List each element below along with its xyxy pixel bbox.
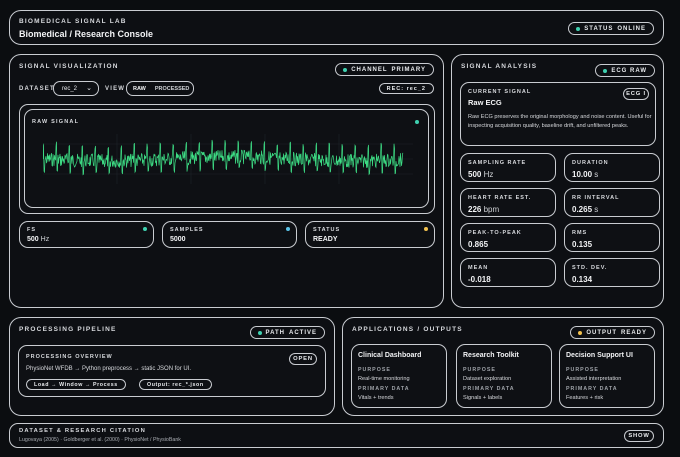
- header-panel: Biomedical Signal Lab Biomedical / Resea…: [9, 10, 664, 45]
- samples-card: Samples 5000: [162, 221, 297, 248]
- raw-signal-chart: Raw Signal: [24, 109, 429, 208]
- output-dot-icon: [578, 330, 583, 335]
- status-dot-icon: [576, 26, 581, 31]
- metric-card: Mean -0.018: [460, 258, 556, 287]
- pipeline-steps-chip: Load → Window → Process: [26, 379, 126, 390]
- current-signal-description: Raw ECG preserves the original morpholog…: [468, 114, 652, 129]
- ecg-dot-icon: [603, 68, 608, 73]
- metric-value: 0.865: [468, 240, 489, 249]
- path-badge: Path Active: [249, 326, 325, 339]
- metric-label: Std. Dev.: [572, 265, 608, 271]
- ecg-raw-badge: ECG Raw: [595, 64, 655, 77]
- citation-title: Dataset & Research Citation: [19, 428, 146, 434]
- ecg-lead-button[interactable]: ECG I: [623, 88, 649, 100]
- path-dot-icon: [257, 330, 262, 335]
- metric-card: Std. Dev. 0.134: [564, 258, 660, 287]
- ecg-trace: [43, 139, 404, 176]
- raw-signal-frame: Raw Signal: [19, 104, 435, 214]
- current-signal-card: Current Signal Raw ECG ECG I Raw ECG pre…: [460, 82, 656, 146]
- status-dot-icon: [424, 227, 428, 231]
- app-card-data: Features + risk: [566, 395, 604, 401]
- apps-title: Applications / Outputs: [352, 326, 463, 333]
- metric-label: Heart Rate Est.: [468, 195, 532, 201]
- view-toggle: Raw Processed: [126, 81, 194, 96]
- primary-data-label: Primary Data: [463, 386, 515, 392]
- metric-label: Sampling Rate: [468, 160, 527, 166]
- metric-value: 0.134: [572, 275, 593, 284]
- app-card-name: Research Toolkit: [463, 352, 519, 359]
- app-card-purpose: Dataset exploration: [463, 376, 512, 382]
- app-card[interactable]: Decision Support UI Purpose Assisted inter…: [559, 344, 655, 408]
- view-processed-button[interactable]: Processed: [155, 86, 190, 92]
- pipeline-title: Processing Pipeline: [19, 326, 117, 333]
- citation-panel: Dataset & Research Citation Lugovaya (20…: [9, 423, 664, 448]
- metric-value: 0.135: [572, 240, 593, 249]
- pipeline-output-chip: Output: rec_*.json: [139, 379, 212, 390]
- metric-label: RR Interval: [572, 195, 620, 201]
- app-card-purpose: Real-time monitoring: [358, 376, 410, 382]
- primary-data-label: Primary Data: [566, 386, 618, 392]
- citation-text: Lugovaya (2005) · Goldberger et al. (200…: [19, 437, 181, 443]
- signal-dot-icon: [415, 120, 419, 124]
- view-raw-button[interactable]: Raw: [133, 86, 146, 92]
- metric-value: -0.018: [468, 275, 491, 284]
- status-value: READY: [313, 236, 338, 243]
- fs-dot-icon: [143, 227, 147, 231]
- metric-label: Mean: [468, 265, 489, 271]
- metric-card: Peak-to-Peak 0.865: [460, 223, 556, 252]
- app-card-data: Signals + labels: [463, 395, 503, 401]
- chevron-down-icon: ⌄: [86, 85, 92, 92]
- processing-pipeline-panel: Processing Pipeline Path Active Processi…: [9, 317, 335, 416]
- signal-analysis-panel: Signal Analysis ECG Raw Current Signal R…: [451, 54, 664, 308]
- status-card: Status READY: [305, 221, 435, 248]
- output-badge: Output Ready: [570, 326, 655, 339]
- metric-card: Heart Rate Est. 226 bpm: [460, 188, 556, 217]
- primary-data-label: Primary Data: [358, 386, 410, 392]
- app-card[interactable]: Research Toolkit Purpose Dataset explorati…: [456, 344, 552, 408]
- pipeline-flow-text: PhysioNet WFDB → Python preprocess → sta…: [26, 366, 192, 372]
- metric-value: 226 bpm: [468, 205, 500, 214]
- metric-value: 10.00 s: [572, 170, 599, 179]
- metric-value: 0.265 s: [572, 205, 599, 214]
- samples-value: 5000: [170, 236, 186, 243]
- status-badge: Status Online: [568, 22, 654, 35]
- metric-label: Peak-to-Peak: [468, 230, 522, 236]
- rec-badge: REC: rec_2: [378, 83, 434, 94]
- metric-label: RMS: [572, 230, 588, 236]
- fs-value: 500 Hz: [27, 236, 50, 243]
- metric-label: Duration: [572, 160, 609, 166]
- purpose-label: Purpose: [463, 367, 496, 373]
- open-button[interactable]: Open: [289, 353, 317, 365]
- processing-overview-card: Processing Overview Open PhysioNet WFDB …: [18, 345, 326, 397]
- applications-panel: Applications / Outputs Output Ready Clin…: [342, 317, 664, 416]
- purpose-label: Purpose: [566, 367, 599, 373]
- ecg-waveform: [43, 134, 413, 184]
- purpose-label: Purpose: [358, 367, 391, 373]
- metric-card: Sampling Rate 500 Hz: [460, 153, 556, 182]
- section-title: Signal Visualization: [19, 63, 119, 70]
- app-card-purpose: Assisted interpretation: [566, 376, 622, 382]
- metric-card: Duration 10.00 s: [564, 153, 660, 182]
- samples-dot-icon: [286, 227, 290, 231]
- dataset-label: Dataset: [19, 86, 55, 92]
- app-card-name: Decision Support UI: [566, 352, 633, 359]
- metric-card: RR Interval 0.265 s: [564, 188, 660, 217]
- fs-card: FS 500 Hz: [19, 221, 154, 248]
- page-title: Biomedical / Research Console: [19, 29, 154, 39]
- view-label: View: [105, 86, 126, 92]
- metric-card: RMS 0.135: [564, 223, 660, 252]
- signal-visualization-panel: Signal Visualization Channel Primary Dat…: [9, 54, 444, 308]
- metric-value: 500 Hz: [468, 170, 494, 179]
- analysis-title: Signal Analysis: [461, 63, 538, 70]
- dataset-select[interactable]: rec_2 ⌄: [53, 81, 99, 96]
- raw-signal-label: Raw Signal: [32, 119, 80, 125]
- app-card-data: Vitals + trends: [358, 395, 394, 401]
- show-citation-button[interactable]: Show: [624, 430, 654, 442]
- app-card-name: Clinical Dashboard: [358, 352, 422, 359]
- channel-badge: Channel Primary: [335, 63, 434, 76]
- current-signal-name: Raw ECG: [468, 98, 502, 107]
- channel-dot-icon: [343, 67, 348, 72]
- app-card[interactable]: Clinical Dashboard Purpose Real-time monit…: [351, 344, 447, 408]
- lab-name: Biomedical Signal Lab: [19, 18, 127, 25]
